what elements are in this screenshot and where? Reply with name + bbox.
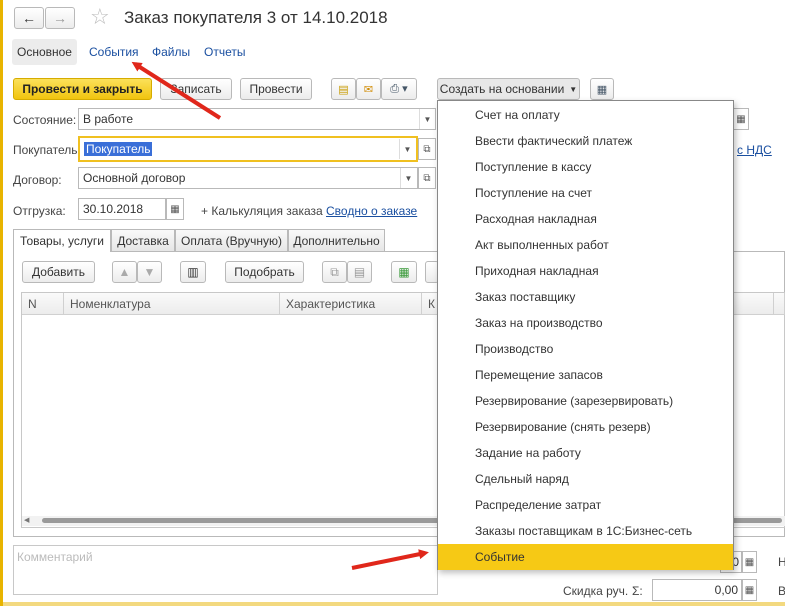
app-window: ← → ☆ Заказ покупателя 3 от 14.10.2018 О… [0,0,785,606]
arrow-to-event-item [351,549,429,570]
annotation-arrows [131,61,429,570]
arrow-to-events-tab [131,61,222,120]
